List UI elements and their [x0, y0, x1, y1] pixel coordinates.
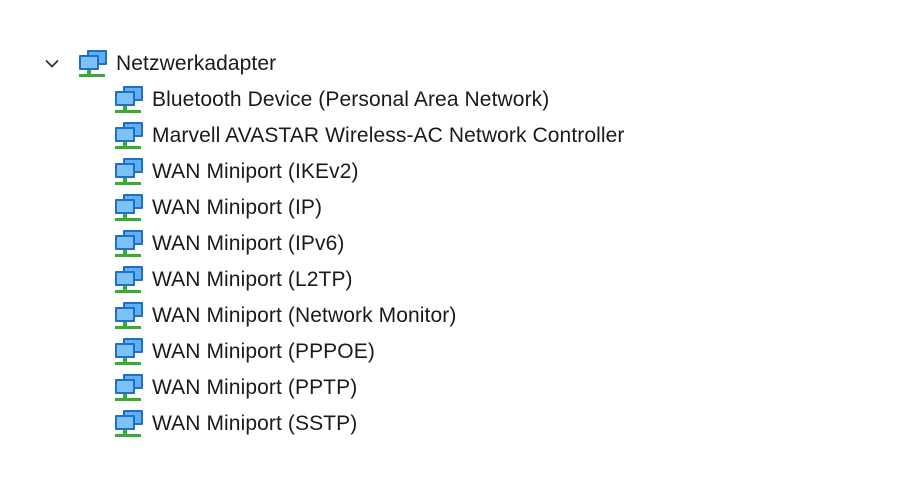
- device-tree: Netzwerkadapter Bluetooth Device (Person…: [0, 0, 902, 484]
- device-item[interactable]: WAN Miniport (PPTP): [112, 370, 625, 406]
- network-adapter-icon: [112, 373, 146, 403]
- device-label: WAN Miniport (SSTP): [152, 412, 358, 435]
- device-item[interactable]: WAN Miniport (Network Monitor): [112, 298, 625, 334]
- chevron-down-icon[interactable]: [40, 52, 64, 76]
- network-adapter-icon: [112, 85, 146, 115]
- network-adapter-icon: [112, 409, 146, 439]
- device-item[interactable]: WAN Miniport (L2TP): [112, 262, 625, 298]
- network-adapter-icon: [112, 337, 146, 367]
- device-label: WAN Miniport (Network Monitor): [152, 304, 457, 327]
- device-item[interactable]: Bluetooth Device (Personal Area Network): [112, 82, 625, 118]
- device-label: WAN Miniport (IKEv2): [152, 160, 359, 183]
- network-adapter-icon: [76, 49, 110, 79]
- device-label: WAN Miniport (PPTP): [152, 376, 358, 399]
- device-item[interactable]: Marvell AVASTAR Wireless-AC Network Cont…: [112, 118, 625, 154]
- network-adapter-icon: [112, 265, 146, 295]
- device-item[interactable]: WAN Miniport (IP): [112, 190, 625, 226]
- device-item[interactable]: WAN Miniport (IKEv2): [112, 154, 625, 190]
- device-label: Marvell AVASTAR Wireless-AC Network Cont…: [152, 124, 625, 147]
- device-label: Bluetooth Device (Personal Area Network): [152, 88, 550, 111]
- category-label: Netzwerkadapter: [116, 52, 277, 75]
- device-item[interactable]: WAN Miniport (IPv6): [112, 226, 625, 262]
- network-adapter-icon: [112, 193, 146, 223]
- network-adapter-icon: [112, 229, 146, 259]
- device-label: WAN Miniport (IP): [152, 196, 323, 219]
- tree-category-network-adapters[interactable]: Netzwerkadapter: [40, 46, 276, 82]
- device-label: WAN Miniport (IPv6): [152, 232, 345, 255]
- network-adapter-icon: [112, 301, 146, 331]
- device-item[interactable]: WAN Miniport (SSTP): [112, 406, 625, 442]
- device-label: WAN Miniport (L2TP): [152, 268, 353, 291]
- device-label: WAN Miniport (PPPOE): [152, 340, 375, 363]
- device-list: Bluetooth Device (Personal Area Network)…: [112, 82, 625, 442]
- network-adapter-icon: [112, 121, 146, 151]
- device-item[interactable]: WAN Miniport (PPPOE): [112, 334, 625, 370]
- network-adapter-icon: [112, 157, 146, 187]
